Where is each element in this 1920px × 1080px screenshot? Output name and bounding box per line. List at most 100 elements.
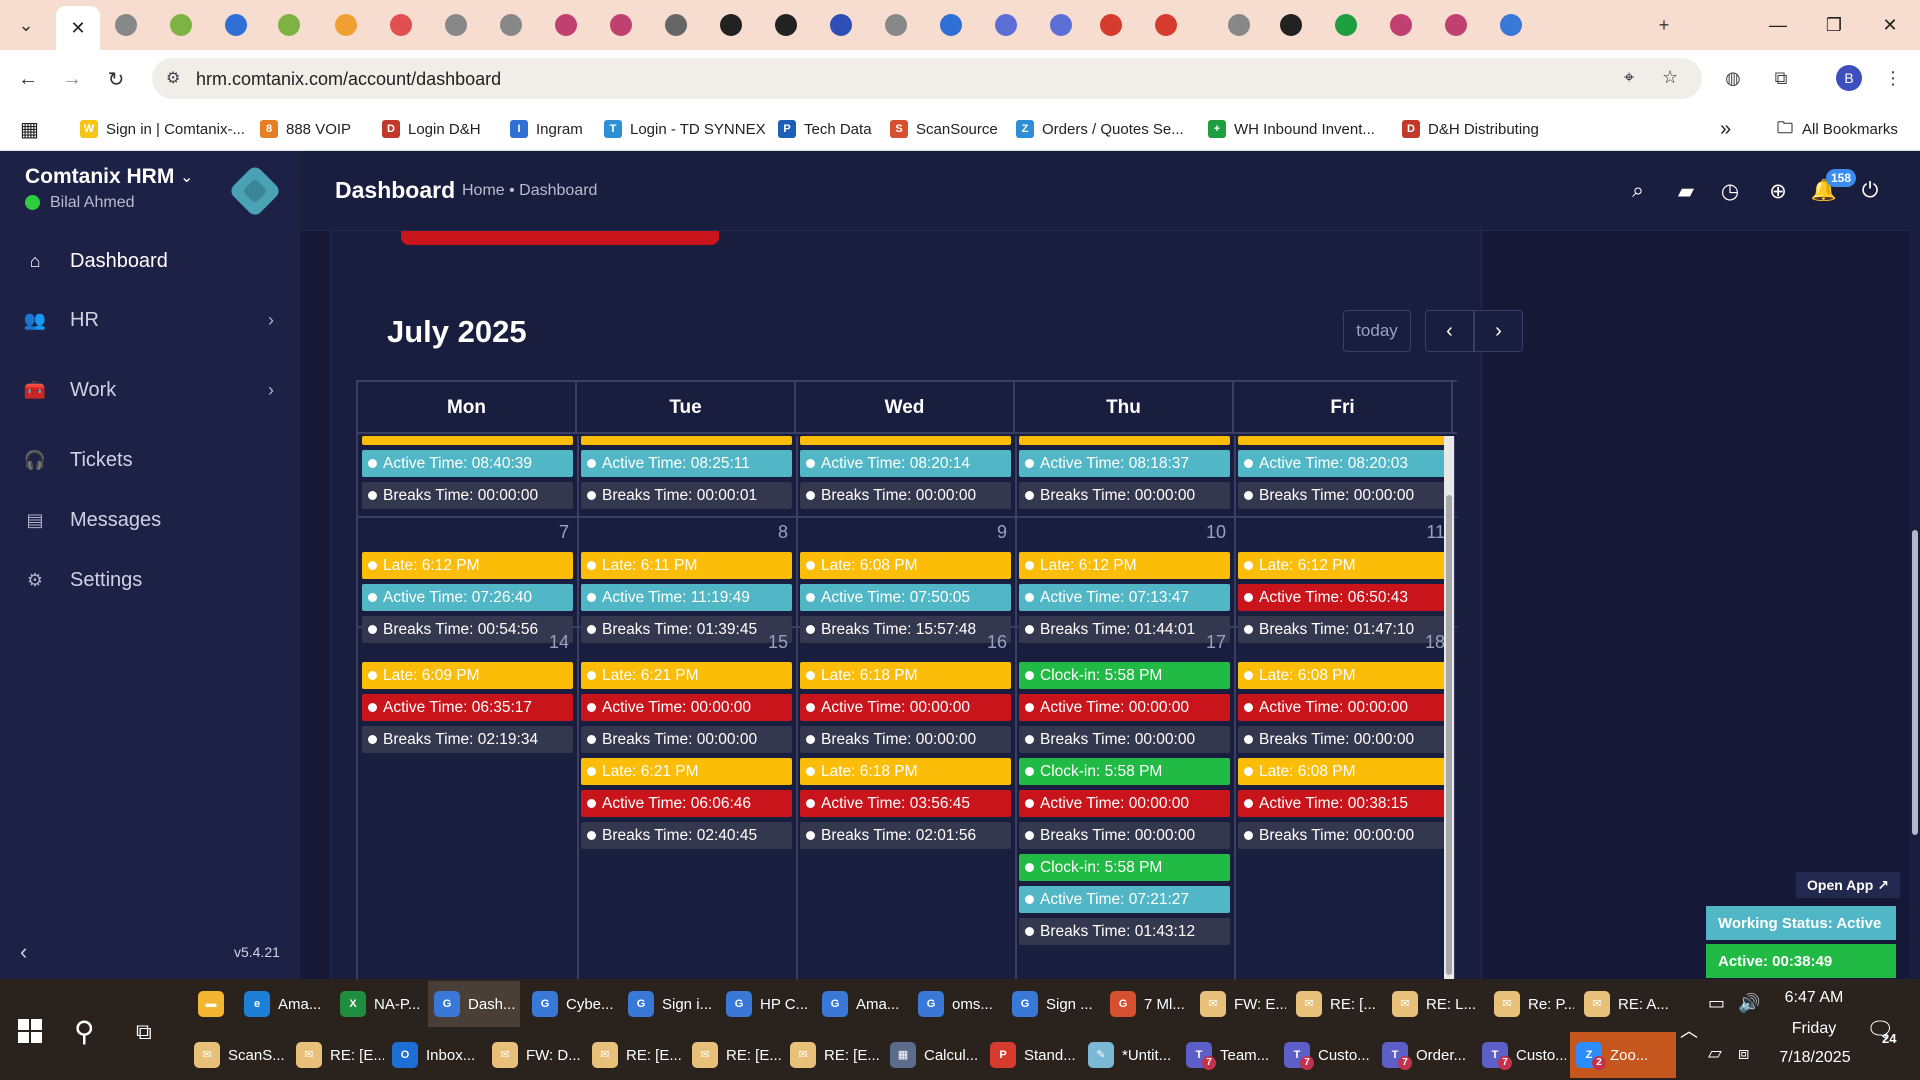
taskbar-app-button[interactable]: G Dash... [428, 981, 520, 1027]
url-text[interactable]: hrm.comtanix.com/account/dashboard [196, 69, 501, 90]
taskbar-app-button[interactable]: ✉ RE: [E... [686, 1032, 782, 1078]
taskbar-app-button[interactable]: ✉ RE: [E... [784, 1032, 880, 1078]
tab-favicon-icon[interactable] [445, 14, 467, 36]
bookmark-item[interactable]: W Sign in | Comtanix-... [80, 117, 245, 141]
late-event-stripe[interactable] [1019, 436, 1230, 445]
tab-favicon-icon[interactable] [1390, 14, 1412, 36]
taskbar-app-button[interactable]: ✉ Re: P... [1488, 981, 1574, 1027]
taskbar-app-button[interactable]: ✉ RE: [... [1290, 981, 1382, 1027]
calendar-event[interactable]: Breaks Time: 00:00:00 [1238, 482, 1449, 509]
bookmark-item[interactable]: Z Orders / Quotes Se... [1016, 117, 1184, 141]
bookmark-item[interactable]: D Login D&H [382, 117, 481, 141]
day-number[interactable]: 7 [529, 522, 569, 543]
clock-icon[interactable]: ◷ [1716, 177, 1744, 205]
tab-favicon-icon[interactable] [1335, 14, 1357, 36]
tab-favicon-icon[interactable] [500, 14, 522, 36]
day-number[interactable]: 9 [967, 522, 1007, 543]
bookmark-item[interactable]: S ScanSource [890, 117, 998, 141]
calendar-event[interactable]: Active Time: 11:19:49 [581, 584, 792, 611]
calendar-event[interactable]: Late: 6:21 PM [581, 758, 792, 785]
active-tab[interactable]: ✕ [56, 6, 100, 50]
tab-favicon-icon[interactable] [115, 14, 137, 36]
taskbar-app-button[interactable]: P Stand... [984, 1032, 1078, 1078]
display-icon[interactable]: ⧈ [1738, 1043, 1749, 1064]
more-bookmarks-icon[interactable]: » [1720, 117, 1731, 141]
browser-menu-icon[interactable]: ⋮ [1878, 63, 1908, 93]
tab-favicon-icon[interactable] [1050, 14, 1072, 36]
taskbar-clock-time[interactable]: 6:47 AM [1774, 989, 1854, 1007]
calendar-event[interactable]: Breaks Time: 00:00:01 [581, 482, 792, 509]
taskbar-app-button[interactable]: G Sign i... [622, 981, 714, 1027]
calendar-event[interactable]: Breaks Time: 00:00:00 [581, 726, 792, 753]
sidebar-item-messages[interactable]: ▤ Messages [0, 495, 300, 545]
bookmark-item[interactable]: + WH Inbound Invent... [1208, 117, 1375, 141]
battery-icon[interactable]: ▭ [1708, 993, 1725, 1014]
next-month-button[interactable]: › [1474, 310, 1523, 352]
network-icon[interactable]: ▱ [1708, 1043, 1722, 1064]
sidebar-item-settings[interactable]: ⚙ Settings [0, 555, 300, 605]
day-number[interactable]: 14 [529, 632, 569, 653]
tab-favicon-icon[interactable] [335, 14, 357, 36]
calendar-event[interactable]: Breaks Time: 02:40:45 [581, 822, 792, 849]
tab-favicon-icon[interactable] [665, 14, 687, 36]
calendar-event[interactable]: Late: 6:18 PM [800, 758, 1011, 785]
taskbar-app-button[interactable]: ▦ Calcul... [884, 1032, 980, 1078]
calendar-event[interactable]: Late: 6:08 PM [800, 552, 1011, 579]
reload-icon[interactable]: ↻ [100, 63, 132, 95]
taskbar-search-icon[interactable]: ⚲ [74, 1015, 95, 1048]
calendar-event[interactable]: Active Time: 00:00:00 [1019, 790, 1230, 817]
day-number[interactable]: 15 [748, 632, 788, 653]
calendar-event[interactable]: Breaks Time: 00:00:00 [1238, 726, 1449, 753]
taskbar-app-button[interactable]: G Cybe... [526, 981, 618, 1027]
calendar-event[interactable]: Active Time: 07:13:47 [1019, 584, 1230, 611]
taskbar-app-button[interactable]: ✉ RE: A... [1578, 981, 1668, 1027]
calendar-event[interactable]: Breaks Time: 01:43:12 [1019, 918, 1230, 945]
taskbar-app-button[interactable]: ✉ FW: E... [1194, 981, 1286, 1027]
close-window-icon[interactable]: ✕ [1870, 10, 1910, 40]
taskbar-app-button[interactable]: G HP C... [720, 981, 812, 1027]
calendar-event[interactable]: Active Time: 08:20:14 [800, 450, 1011, 477]
calendar-event[interactable]: Late: 6:11 PM [581, 552, 792, 579]
taskbar-app-button[interactable]: e Ama... [238, 981, 330, 1027]
forward-arrow-icon[interactable]: → [56, 63, 88, 95]
bookmark-item[interactable]: I Ingram [510, 117, 583, 141]
day-number[interactable]: 8 [748, 522, 788, 543]
sticky-note-icon[interactable]: ▰ [1672, 177, 1700, 205]
task-view-icon[interactable]: ⧉ [136, 1019, 152, 1045]
calendar-event[interactable]: Active Time: 00:00:00 [800, 694, 1011, 721]
calendar-event[interactable]: Active Time: 00:38:15 [1238, 790, 1449, 817]
tab-favicon-icon[interactable] [775, 14, 797, 36]
late-event-stripe[interactable] [362, 436, 573, 445]
add-circle-icon[interactable]: ⊕ [1764, 177, 1792, 205]
tab-favicon-icon[interactable] [940, 14, 962, 36]
bookmark-item[interactable]: D D&H Distributing [1402, 117, 1539, 141]
brand-name[interactable]: Comtanix HRM [25, 165, 174, 189]
sidebar-item-hr[interactable]: 👥 HR › [0, 295, 300, 345]
search-icon[interactable]: ⌕ [1624, 177, 1652, 205]
calendar-event[interactable]: Clock-in: 5:58 PM [1019, 662, 1230, 689]
calendar-event[interactable]: Active Time: 00:00:00 [581, 694, 792, 721]
calendar-event[interactable]: Late: 6:08 PM [1238, 662, 1449, 689]
calendar-event[interactable]: Breaks Time: 00:00:00 [1019, 482, 1230, 509]
calendar-event[interactable]: Breaks Time: 00:00:00 [800, 726, 1011, 753]
taskbar-app-button[interactable]: T 7 Custo... [1476, 1032, 1566, 1078]
calendar-event[interactable]: Active Time: 03:56:45 [800, 790, 1011, 817]
all-bookmarks-button[interactable]: 🗀 All Bookmarks [1776, 117, 1898, 141]
day-number[interactable]: 18 [1405, 632, 1445, 653]
day-number[interactable]: 10 [1186, 522, 1226, 543]
calendar-event[interactable]: Active Time: 06:35:17 [362, 694, 573, 721]
tab-favicon-icon[interactable] [390, 14, 412, 36]
late-event-stripe[interactable] [581, 436, 792, 445]
taskbar-app-button[interactable]: T 7 Order... [1376, 1032, 1472, 1078]
bookmark-item[interactable]: T Login - TD SYNNEX [604, 117, 766, 141]
open-app-button[interactable]: Open App ↗ [1796, 872, 1900, 898]
close-tab-icon[interactable]: ✕ [70, 18, 85, 39]
address-bar[interactable]: ⚙ hrm.comtanix.com/account/dashboard ⌖ ☆ [152, 58, 1702, 99]
bookmark-star-icon[interactable]: ☆ [1662, 67, 1678, 88]
day-number[interactable]: 11 [1405, 522, 1445, 543]
tab-favicon-icon[interactable] [830, 14, 852, 36]
calendar-event[interactable]: Active Time: 08:18:37 [1019, 450, 1230, 477]
tab-favicon-icon[interactable] [278, 14, 300, 36]
windows-start-icon[interactable] [18, 1019, 42, 1043]
late-event-stripe[interactable] [800, 436, 1011, 445]
